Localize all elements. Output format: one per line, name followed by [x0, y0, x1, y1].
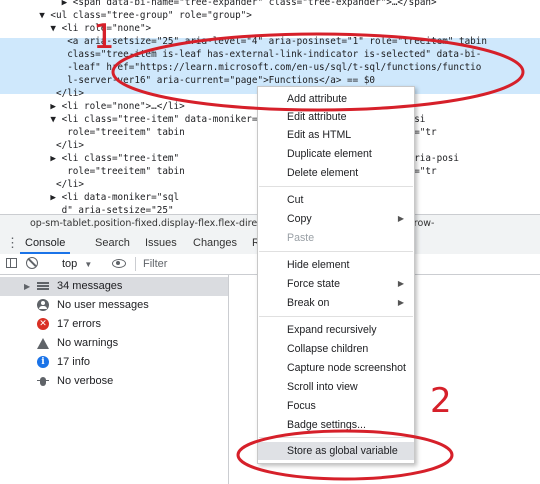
- context-menu: Add attribute Edit attribute Edit as HTM…: [257, 86, 415, 464]
- menu-item-force-state[interactable]: Force state ▶: [258, 275, 414, 293]
- menu-item-capture-node-screenshot[interactable]: Capture node screenshot: [258, 359, 414, 377]
- submenu-arrow-icon: ▶: [397, 298, 404, 307]
- bug-icon: [37, 375, 49, 387]
- dom-node-line[interactable]: ▼ <ul class="tree-group" role="group">: [0, 9, 252, 22]
- menu-item-add-attribute[interactable]: Add attribute: [258, 90, 414, 108]
- user-icon: [37, 299, 49, 311]
- info-icon: i: [37, 356, 49, 368]
- dom-node-line[interactable]: class="tree-item is-leaf has-external-li…: [0, 48, 481, 61]
- dom-node-line[interactable]: ▶ <span data-bi-name="tree-expander" cla…: [0, 0, 437, 9]
- menu-item-label: Focus: [287, 400, 316, 412]
- menu-item-label: Break on: [287, 297, 330, 309]
- menu-item-cut[interactable]: Cut: [258, 191, 414, 209]
- menu-item-copy[interactable]: Copy ▶: [258, 210, 414, 228]
- menu-item-label: Copy: [287, 213, 312, 225]
- menu-item-label: Edit attribute: [287, 111, 347, 123]
- sidebar-item-label: No warnings: [57, 337, 119, 349]
- dom-node-line[interactable]: </li>: [0, 178, 84, 191]
- menu-item-label: Store as global variable: [287, 445, 398, 457]
- menu-item-label: Badge settings...: [287, 419, 366, 431]
- submenu-arrow-icon: ▶: [397, 214, 404, 223]
- annotation-label-2: 2: [430, 381, 452, 421]
- toolbar-divider: [135, 257, 136, 271]
- dom-node-line[interactable]: </li>: [0, 87, 84, 100]
- menu-item-scroll-into-view[interactable]: Scroll into view: [258, 378, 414, 396]
- menu-item-break-on[interactable]: Break on ▶: [258, 294, 414, 312]
- sidebar-item-label: No user messages: [57, 299, 149, 311]
- tab-console[interactable]: Console: [20, 232, 71, 254]
- context-selector[interactable]: top ▼: [62, 254, 92, 275]
- sidebar-item-user-messages[interactable]: No user messages: [0, 296, 228, 315]
- menu-item-badge-settings[interactable]: Badge settings...: [258, 416, 414, 434]
- menu-item-label: Add attribute: [287, 93, 348, 105]
- context-label: top: [62, 258, 78, 270]
- sidebar-item-messages[interactable]: ▶ 34 messages: [0, 277, 228, 296]
- menu-item-edit-as-html[interactable]: Edit as HTML: [258, 126, 414, 144]
- menu-item-label: Capture node screenshot: [287, 362, 406, 374]
- tab-issues[interactable]: Issues: [145, 232, 177, 254]
- menu-item-label: Scroll into view: [287, 381, 358, 393]
- menu-item-label: Expand recursively: [287, 324, 377, 336]
- menu-item-edit-attribute[interactable]: Edit attribute: [258, 108, 414, 126]
- tab-search[interactable]: Search: [95, 232, 130, 254]
- dom-node-line[interactable]: ▼ <li role="none">: [0, 22, 151, 35]
- menu-item-store-as-global-variable[interactable]: Store as global variable: [258, 442, 414, 460]
- menu-item-paste: Paste: [258, 229, 414, 247]
- menu-item-expand-recursively[interactable]: Expand recursively: [258, 321, 414, 339]
- menu-separator: [259, 186, 413, 187]
- menu-item-label: Delete element: [287, 167, 359, 179]
- menu-item-duplicate-element[interactable]: Duplicate element: [258, 145, 414, 163]
- chevron-down-icon: ▼: [84, 260, 93, 269]
- menu-item-delete-element[interactable]: Delete element: [258, 164, 414, 182]
- tab-changes[interactable]: Changes: [193, 232, 237, 254]
- menu-separator: [259, 316, 413, 317]
- menu-item-label: Hide element: [287, 259, 350, 271]
- sidebar-item-verbose[interactable]: No verbose: [0, 372, 228, 391]
- sidebar-item-label: 17 info: [57, 356, 91, 368]
- menu-item-label: Cut: [287, 194, 304, 206]
- warning-icon: [37, 338, 49, 349]
- dom-node-line[interactable]: ▶ <li role="none">…</li>: [0, 100, 184, 113]
- menu-item-collapse-children[interactable]: Collapse children: [258, 340, 414, 358]
- menu-item-label: Duplicate element: [287, 148, 372, 160]
- menu-item-hide-element[interactable]: Hide element: [258, 256, 414, 274]
- menu-item-label: Edit as HTML: [287, 129, 352, 141]
- eye-icon[interactable]: [112, 259, 126, 268]
- sidebar-item-warnings[interactable]: No warnings: [0, 334, 228, 353]
- dom-node-line[interactable]: -leaf" href="https://learn.microsoft.com…: [0, 61, 481, 74]
- clear-console-icon[interactable]: [26, 257, 38, 269]
- sidebar-item-info[interactable]: i 17 info: [0, 353, 228, 372]
- console-sidebar: ▶ 34 messages No user messages ✕ 17 erro…: [0, 275, 229, 484]
- error-icon: ✕: [37, 318, 49, 330]
- submenu-arrow-icon: ▶: [397, 279, 404, 288]
- dom-node-line[interactable]: <a aria-setsize="25" aria-level="4" aria…: [0, 35, 487, 48]
- sidebar-item-errors[interactable]: ✕ 17 errors: [0, 315, 228, 334]
- sidebar-item-label: No verbose: [57, 375, 114, 387]
- expand-arrow-icon[interactable]: ▶: [24, 277, 30, 296]
- sidebar-toggle-icon[interactable]: [6, 258, 17, 268]
- drawer-menu-icon[interactable]: ⋮: [6, 232, 19, 254]
- sidebar-item-label: 17 errors: [57, 318, 102, 330]
- menu-item-label: Collapse children: [287, 343, 369, 355]
- list-icon: [37, 280, 49, 292]
- sidebar-item-label: 34 messages: [57, 280, 123, 292]
- filter-input[interactable]: Filter: [143, 254, 167, 274]
- menu-item-focus[interactable]: Focus: [258, 397, 414, 415]
- menu-item-label: Force state: [287, 278, 340, 290]
- menu-separator: [259, 251, 413, 252]
- menu-item-label: Paste: [287, 232, 315, 244]
- dom-node-line[interactable]: </li>: [0, 139, 84, 152]
- menu-separator: [259, 437, 413, 438]
